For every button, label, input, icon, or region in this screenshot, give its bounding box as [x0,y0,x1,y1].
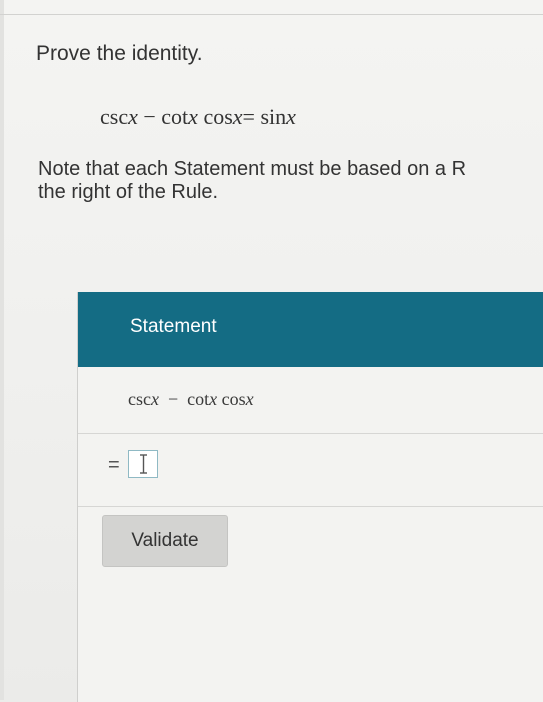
validate-button[interactable]: Validate [102,515,228,567]
identity-minus: − [143,104,156,129]
identity-equals: = [242,104,255,129]
statement-expression: cscx − cotx cosx [128,389,254,410]
text-cursor-icon [140,454,147,474]
stmt-cos: cos [221,389,246,409]
stmt-var: x [150,389,159,409]
identity-var: x [286,104,296,129]
statement-row: cscx − cotx cosx [78,367,543,434]
top-divider [0,14,543,15]
problem-prompt: Prove the identity. [36,42,203,65]
stmt-cot: cot [187,389,210,409]
proof-table: Statement cscx − cotx cosx = Validate [77,292,543,702]
equals-sign: = [108,454,120,476]
statement-input[interactable] [128,450,158,478]
identity-var: x [232,104,243,129]
note-line-2: the right of the Rule. [38,181,219,203]
stmt-var: x [209,389,218,409]
left-edge [0,0,4,700]
instruction-note: Note that each Statement must be based o… [38,158,543,204]
identity-equation: cscx − cotx cosx= sinx [100,104,296,130]
identity-var: x [128,104,138,129]
stmt-csc: csc [128,389,151,409]
stmt-var: x [245,389,254,409]
note-line-1: Note that each Statement must be based o… [38,158,467,180]
identity-var: x [188,104,198,129]
stmt-minus: − [167,389,179,409]
identity-csc: csc [100,104,129,129]
identity-sin: sin [260,104,287,129]
statement-column-header: Statement [130,316,217,337]
identity-cos: cos [203,104,233,129]
identity-cot: cot [161,104,189,129]
answer-row: = [78,434,543,507]
table-header: Statement [78,292,543,367]
page: Prove the identity. cscx − cotx cosx= si… [0,0,543,702]
